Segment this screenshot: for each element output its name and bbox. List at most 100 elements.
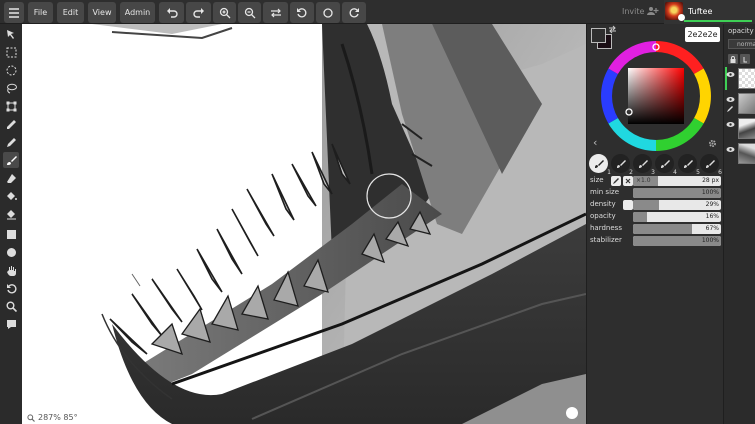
file-menu-button[interactable]: File: [28, 2, 53, 23]
brush-icon: [683, 159, 693, 168]
pen-pressure-toggle[interactable]: [611, 176, 621, 186]
redo-icon: [192, 7, 204, 18]
brush-preset-6[interactable]: 6: [700, 154, 722, 176]
admin-menu-button[interactable]: Admin: [120, 2, 155, 23]
density-slider-fill: [633, 200, 659, 210]
brush-preset-3[interactable]: 3: [633, 154, 655, 176]
layer-item[interactable]: [725, 92, 755, 115]
flip-icon: [270, 8, 281, 17]
min-size-label: min size: [590, 188, 619, 196]
brush-preset-1[interactable]: 1: [589, 154, 611, 176]
rect-select-icon: [6, 47, 16, 57]
add-user-icon: [647, 7, 659, 15]
zoom-out-button[interactable]: [238, 2, 261, 23]
density-pressure-toggle[interactable]: [623, 200, 633, 210]
user-name: Tuftee: [688, 7, 713, 16]
undo-icon: [166, 7, 178, 18]
size-label: size: [590, 176, 604, 184]
lasso-tool[interactable]: [3, 80, 19, 96]
redo-button[interactable]: [186, 2, 211, 23]
opacity-row: opacity 16%: [589, 212, 722, 223]
brush-tool[interactable]: [3, 152, 19, 168]
drawing-canvas[interactable]: 287% 85°: [22, 24, 586, 424]
opacity-value: 16%: [705, 213, 719, 220]
min-size-slider[interactable]: 100%: [633, 188, 721, 198]
brush-preset-2[interactable]: 2: [611, 154, 633, 176]
stabilizer-slider[interactable]: 100%: [633, 236, 721, 246]
gradient-fill-tool[interactable]: [3, 206, 19, 222]
layer-lock-row: [728, 54, 750, 64]
comment-tool[interactable]: [3, 316, 19, 332]
eraser-tool[interactable]: [3, 170, 19, 186]
opacity-label: opacity: [590, 212, 616, 220]
swap-colors-icon[interactable]: [608, 25, 617, 34]
eye-icon[interactable]: [726, 95, 735, 104]
density-label: density: [590, 200, 616, 208]
stabilizer-value: 100%: [701, 237, 719, 244]
eyedropper-icon: [6, 119, 16, 129]
reset-rotation-button[interactable]: [316, 2, 340, 23]
zoom-tool[interactable]: [3, 298, 19, 314]
move-tool[interactable]: [3, 26, 19, 42]
eye-icon[interactable]: [726, 70, 735, 79]
clip-layer-button[interactable]: [740, 54, 750, 64]
gear-icon[interactable]: [708, 139, 717, 148]
transform-tool[interactable]: [3, 98, 19, 114]
invite-label: Invite: [622, 6, 645, 16]
pen-tool[interactable]: [3, 134, 19, 150]
eye-icon[interactable]: [726, 120, 735, 129]
lasso-icon: [6, 83, 17, 93]
blend-mode-select[interactable]: normal: [728, 39, 755, 49]
size-row: size ×1.0 28 px: [589, 176, 722, 187]
ellipse-select-tool[interactable]: [3, 62, 19, 78]
view-menu-button[interactable]: View: [88, 2, 116, 23]
density-slider[interactable]: 29%: [633, 200, 721, 210]
brush-presets: 1 2 3 4 5 6: [589, 154, 722, 176]
flip-button[interactable]: [263, 2, 288, 23]
brush-preset-4[interactable]: 4: [655, 154, 677, 176]
tool-sidebar: [0, 24, 22, 424]
brush-icon: [594, 159, 604, 168]
eye-icon[interactable]: [726, 145, 735, 154]
opacity-slider[interactable]: 16%: [633, 212, 721, 222]
hand-icon: [6, 265, 16, 276]
zoom-in-button[interactable]: [213, 2, 236, 23]
undo-button[interactable]: [159, 2, 184, 23]
edit-menu-button[interactable]: Edit: [57, 2, 84, 23]
user-card[interactable]: Tuftee: [664, 0, 755, 24]
zoom-in-icon: [219, 7, 230, 18]
hand-tool[interactable]: [3, 262, 19, 278]
reset-rotation-icon: [323, 7, 333, 18]
layer-item[interactable]: [725, 117, 755, 140]
size-value: 28 px: [702, 177, 719, 184]
prev-panel-arrow-icon[interactable]: ‹: [593, 136, 597, 149]
rectangle-tool[interactable]: [3, 226, 19, 242]
invite-button[interactable]: Invite: [622, 6, 659, 16]
color-wheel[interactable]: [601, 41, 711, 151]
fill-tool[interactable]: [3, 188, 19, 204]
hamburger-icon: [9, 7, 19, 18]
hardness-slider[interactable]: 67%: [633, 224, 721, 234]
fill-bucket-icon: [6, 191, 17, 200]
brush-number: 2: [629, 169, 633, 176]
size-modifier-toggle[interactable]: [623, 176, 633, 186]
layer-thumbnail: [738, 118, 755, 139]
eyedropper-tool[interactable]: [3, 116, 19, 132]
main-menu-button[interactable]: [4, 2, 24, 23]
rotate-right-button[interactable]: [342, 2, 366, 23]
rotate-view-tool[interactable]: [3, 280, 19, 296]
layer-item[interactable]: [725, 142, 755, 165]
ellipse-tool[interactable]: [3, 244, 19, 260]
brush-number: 5: [696, 169, 700, 176]
layers-panel: opacity normal: [723, 24, 755, 424]
lock-layer-button[interactable]: [728, 54, 738, 64]
brush-preset-5[interactable]: 5: [678, 154, 700, 176]
min-size-row: min size 100%: [589, 188, 722, 199]
layer-item[interactable]: [725, 67, 755, 90]
brush-number: 1: [607, 169, 611, 176]
size-slider[interactable]: ×1.0 28 px: [633, 176, 721, 186]
rect-select-tool[interactable]: [3, 44, 19, 60]
rotate-left-button[interactable]: [290, 2, 314, 23]
select-arrow-icon: [6, 29, 14, 39]
zoom-readout-text: 287% 85°: [38, 413, 78, 422]
